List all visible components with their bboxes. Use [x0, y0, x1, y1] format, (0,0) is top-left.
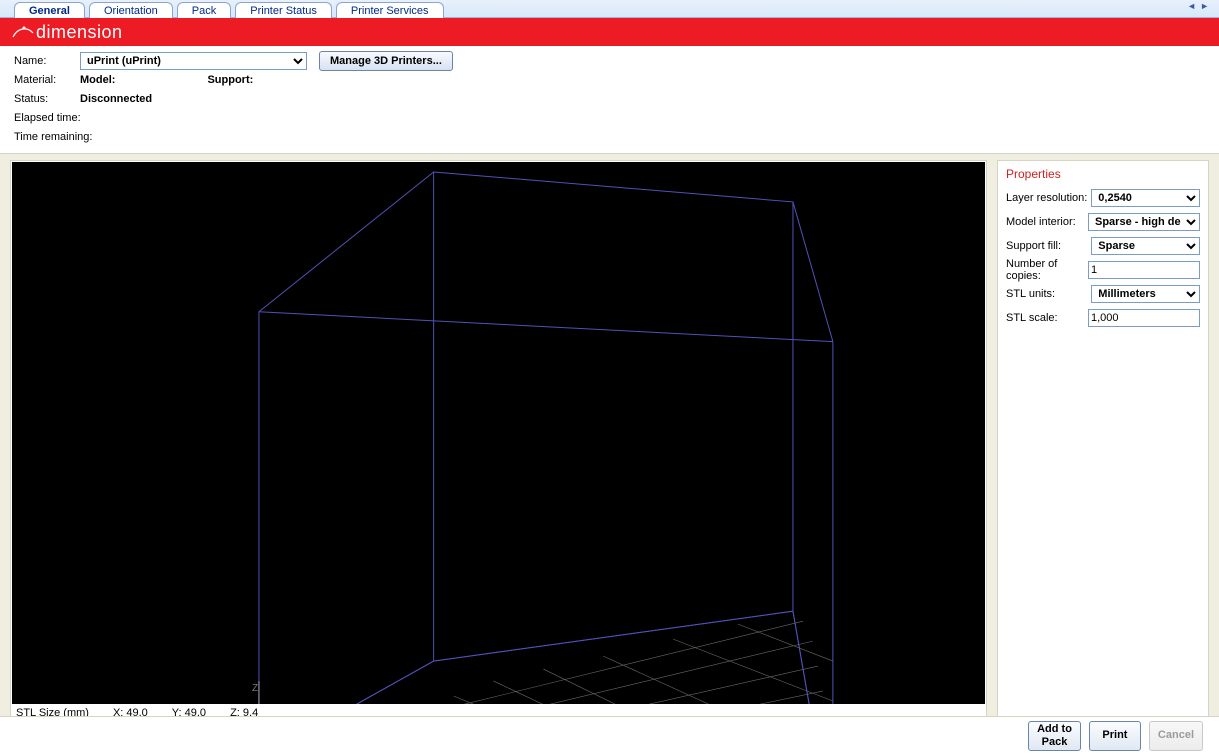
prop-model-interior: Model interior: Sparse - high density — [1006, 211, 1200, 233]
select-stl-units[interactable]: Millimeters — [1091, 285, 1200, 303]
viewport-column: Z X — [10, 160, 987, 724]
label-material: Material: — [14, 74, 80, 86]
prop-support-fill: Support fill: Sparse — [1006, 235, 1200, 257]
label-stl-scale: STL scale: — [1006, 312, 1088, 324]
tab-prev-icon[interactable]: ◄ — [1187, 1, 1196, 11]
label-status: Status: — [14, 93, 80, 105]
axis-z-label: Z — [252, 683, 258, 694]
manage-printers-button[interactable]: Manage 3D Printers... — [319, 51, 453, 71]
label-stl-units: STL units: — [1006, 288, 1091, 300]
label-model-interior: Model interior: — [1006, 216, 1088, 228]
tab-next-icon[interactable]: ► — [1200, 1, 1209, 11]
tab-nav-arrows: ◄ ► — [1187, 1, 1209, 11]
row-material: Material: Model: Support: — [14, 71, 1205, 89]
select-support-fill[interactable]: Sparse — [1091, 237, 1200, 255]
select-layer-resolution[interactable]: 0,2540 — [1091, 189, 1200, 207]
tab-bar: General Orientation Pack Printer Status … — [0, 0, 1219, 18]
value-status: Disconnected — [80, 93, 152, 105]
cancel-button: Cancel — [1149, 721, 1203, 751]
row-remaining: Time remaining: — [14, 128, 1205, 146]
build-volume-graphic: Z X — [12, 162, 985, 704]
tab-general[interactable]: General — [14, 2, 85, 18]
work-area: Z X — [0, 154, 1219, 724]
tab-printer-status[interactable]: Printer Status — [235, 2, 332, 18]
info-strip: Name: uPrint (uPrint) Manage 3D Printers… — [0, 46, 1219, 154]
bottom-button-bar: Add toPack Print Cancel — [0, 716, 1219, 754]
brand-name: dimension — [36, 22, 123, 43]
printer-select[interactable]: uPrint (uPrint) — [80, 52, 307, 70]
value-model: Model: — [80, 74, 115, 86]
row-name: Name: uPrint (uPrint) Manage 3D Printers… — [14, 52, 1205, 70]
input-stl-scale[interactable] — [1088, 309, 1200, 327]
properties-panel: Properties Layer resolution: 0,2540 Mode… — [997, 160, 1209, 724]
print-button[interactable]: Print — [1089, 721, 1141, 751]
brand-swoosh-icon — [12, 25, 34, 39]
prop-layer-resolution: Layer resolution: 0,2540 — [1006, 187, 1200, 209]
label-layer-resolution: Layer resolution: — [1006, 192, 1091, 204]
tab-pack[interactable]: Pack — [177, 2, 231, 18]
viewport-3d[interactable]: Z X — [12, 162, 985, 704]
input-num-copies[interactable] — [1088, 261, 1200, 279]
prop-num-copies: Number of copies: — [1006, 259, 1200, 281]
axis-gizmo — [259, 681, 339, 704]
label-support-fill: Support fill: — [1006, 240, 1091, 252]
value-support: Support: — [207, 74, 253, 86]
select-model-interior[interactable]: Sparse - high density — [1088, 213, 1200, 231]
properties-title: Properties — [1006, 167, 1200, 181]
prop-stl-units: STL units: Millimeters — [1006, 283, 1200, 305]
label-num-copies: Number of copies: — [1006, 258, 1088, 282]
row-elapsed: Elapsed time: — [14, 109, 1205, 127]
tab-orientation[interactable]: Orientation — [89, 2, 173, 18]
tab-printer-services[interactable]: Printer Services — [336, 2, 444, 18]
prop-stl-scale: STL scale: — [1006, 307, 1200, 329]
label-remaining: Time remaining: — [14, 131, 92, 143]
brand-bar: dimension — [0, 18, 1219, 46]
label-name: Name: — [14, 55, 80, 67]
row-status: Status: Disconnected — [14, 90, 1205, 108]
label-elapsed: Elapsed time: — [14, 112, 81, 124]
add-to-pack-button[interactable]: Add toPack — [1028, 721, 1081, 751]
